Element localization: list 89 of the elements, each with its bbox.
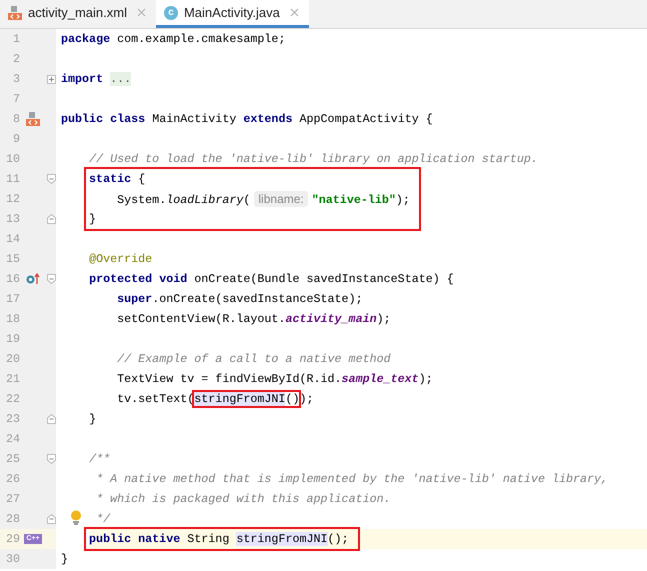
tab-label: activity_main.xml: [28, 5, 127, 20]
keyword: import: [61, 72, 104, 86]
file-tab[interactable]: activity_main.xml: [0, 0, 156, 28]
line-number: 20: [4, 352, 20, 366]
line-number: 12: [4, 192, 20, 206]
line-number: 9: [12, 132, 20, 146]
code-text: ();: [328, 532, 349, 546]
line-number: 10: [4, 152, 20, 166]
line-number: 14: [4, 232, 20, 246]
line-number: 23: [4, 412, 20, 426]
line-number: 15: [4, 252, 20, 266]
field-name: activity_main: [285, 312, 377, 326]
code-text: onCreate(Bundle savedInstanceState) {: [194, 272, 454, 286]
lightbulb-icon[interactable]: [70, 510, 82, 525]
annotation: @Override: [89, 252, 152, 266]
keyword: static: [89, 172, 132, 186]
line-number: 30: [4, 552, 20, 566]
keyword: package: [61, 32, 110, 46]
line-number: 24: [4, 432, 20, 446]
code-text: AppCompatActivity {: [300, 112, 433, 126]
close-icon[interactable]: [290, 8, 299, 17]
keyword: protected void: [89, 272, 188, 286]
override-icon[interactable]: [26, 273, 40, 285]
tab-label: MainActivity.java: [184, 5, 280, 20]
line-number: 16: [4, 272, 20, 286]
keyword: extends: [243, 112, 292, 126]
code-comment: */: [96, 512, 110, 526]
line-number: 22: [4, 392, 20, 406]
line-number: 29: [4, 532, 20, 546]
fold-icon[interactable]: [47, 514, 56, 524]
keyword: public class: [61, 112, 146, 126]
code-text: MainActivity: [152, 112, 238, 126]
fold-icon[interactable]: [47, 274, 56, 284]
line-number: 3: [12, 72, 20, 86]
xml-file-icon[interactable]: [26, 112, 40, 126]
code-text: }: [89, 412, 96, 426]
code-text: stringFromJNI: [194, 392, 286, 406]
method-name: loadLibrary: [166, 193, 244, 207]
close-icon[interactable]: [136, 8, 146, 17]
code-comment: // Example of a call to a native method: [117, 352, 391, 366]
fold-icon[interactable]: [47, 454, 56, 464]
code-text: .onCreate(savedInstanceState);: [152, 292, 363, 306]
code-text: }: [89, 212, 96, 226]
code-text: String: [187, 532, 230, 546]
code-text: setContentView(R.layout.: [117, 312, 286, 326]
line-number: 2: [12, 52, 20, 66]
class-icon: c: [164, 6, 178, 20]
fold-icon[interactable]: [47, 414, 56, 424]
fold-icon[interactable]: [47, 214, 56, 224]
code-text: TextView tv = findViewById(R.id.: [117, 372, 342, 386]
keyword: public native: [89, 532, 180, 546]
code-text: tv.setText(: [117, 392, 194, 406]
line-number: 13: [4, 212, 20, 226]
line-number: 8: [12, 112, 20, 126]
code-text: );: [418, 372, 433, 386]
line-number: 28: [4, 512, 20, 526]
keyword: super: [117, 292, 152, 306]
folded-imports[interactable]: ...: [110, 72, 132, 86]
code-text: );: [299, 392, 314, 406]
expand-icon[interactable]: [47, 74, 56, 84]
xml-file-icon: [8, 6, 22, 20]
code-text: (: [243, 193, 250, 207]
line-number: 18: [4, 312, 20, 326]
code-text: com.example.cmakesample;: [117, 32, 286, 46]
parameter-hint: libname:: [254, 191, 308, 207]
file-tab[interactable]: c MainActivity.java: [156, 0, 309, 28]
code-comment: /**: [89, 452, 110, 466]
code-comment: * A native method that is implemented by the 'native-lib' native library,: [96, 472, 608, 486]
line-number: 17: [4, 292, 20, 306]
line-number: 27: [4, 492, 20, 506]
code-text: );: [376, 312, 391, 326]
code-text: {: [138, 172, 146, 186]
line-number: 19: [4, 332, 20, 346]
code-comment: // Used to load the 'native-lib' library on application startup.: [89, 152, 538, 166]
line-number: 26: [4, 472, 20, 486]
code-text: }: [61, 552, 68, 566]
code-comment: * which is packaged with this application.: [96, 492, 391, 506]
code-text: stringFromJNI: [236, 532, 328, 546]
line-number: 25: [4, 452, 20, 466]
code-text: (): [285, 392, 300, 406]
line-number: 7: [12, 92, 20, 106]
string-literal: "native-lib": [312, 193, 396, 207]
field-name: sample_text: [342, 372, 419, 386]
code-text: );: [396, 193, 410, 207]
line-number: 1: [12, 32, 20, 46]
line-number: 11: [4, 172, 20, 186]
fold-icon[interactable]: [47, 174, 56, 184]
line-number: 21: [4, 372, 20, 386]
code-text: System.: [117, 193, 166, 207]
